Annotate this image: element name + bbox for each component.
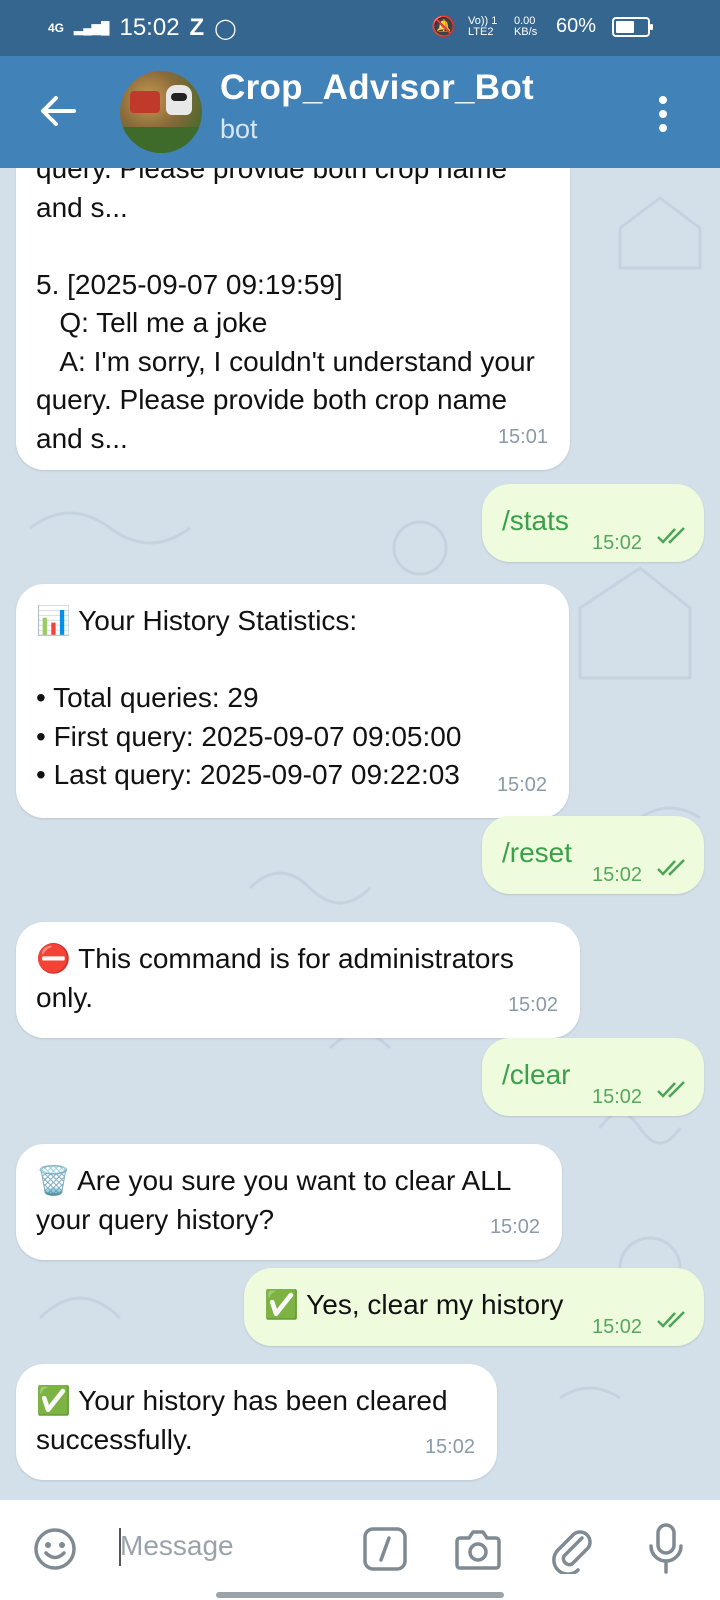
notification-z: Z: [189, 14, 205, 41]
message-time: 15:02: [592, 864, 643, 886]
message-input[interactable]: Message: [120, 1530, 234, 1562]
back-arrow-icon[interactable]: [34, 86, 84, 136]
battery-icon: [612, 16, 653, 37]
whatsapp-icon: ◯: [214, 17, 237, 40]
message-bubble-outgoing[interactable]: /stats 15:02: [482, 484, 704, 562]
read-receipt-icon: [657, 859, 685, 876]
message-text: ⛔ This command is for administrators onl…: [36, 943, 522, 1013]
status-bar: 4G ▂▄▆█ 15:02 Z ◯ 🔕 Vo)) 1 LTE2 0.00 KB/…: [0, 0, 720, 56]
message-time: 15:02: [507, 993, 558, 1016]
microphone-icon[interactable]: [646, 1522, 686, 1576]
message-text: ✅ Yes, clear my history: [264, 1289, 564, 1320]
message-text: 🗑️ Are you sure you want to clear ALL yo…: [36, 1165, 519, 1235]
chat-subtitle: bot: [220, 114, 258, 144]
message-bubble-outgoing[interactable]: ✅ Yes, clear my history 15:02: [244, 1268, 704, 1346]
message-bubble-incoming[interactable]: ✅ Your history has been cleared successf…: [16, 1364, 497, 1480]
message-time: 15:02: [496, 773, 547, 796]
chat-header: Crop_Advisor_Bot bot: [0, 56, 720, 168]
signal-icon: ▂▄▆█: [74, 21, 110, 35]
volte-indicator: Vo)) 1 LTE2: [467, 14, 498, 38]
message-text: 📊 Your History Statistics: • Total queri…: [36, 605, 462, 790]
message-text: query. Please provide both crop name and…: [36, 168, 535, 454]
message-time: 15:02: [592, 1086, 643, 1108]
chat-title[interactable]: Crop_Advisor_Bot: [220, 68, 534, 108]
more-menu-icon[interactable]: [656, 94, 670, 134]
bot-commands-icon[interactable]: [362, 1526, 408, 1572]
message-time: 15:02: [489, 1215, 540, 1238]
attach-icon[interactable]: [550, 1524, 594, 1574]
home-indicator[interactable]: [216, 1592, 504, 1598]
emoji-icon[interactable]: [32, 1526, 78, 1572]
bot-avatar[interactable]: [120, 71, 202, 153]
message-time: 15:02: [592, 1316, 643, 1338]
read-receipt-icon: [657, 527, 685, 544]
message-bubble-incoming[interactable]: ⛔ This command is for administrators onl…: [16, 922, 580, 1038]
network-speed: 0.00 KB/s: [513, 14, 538, 38]
status-time: 15:02: [119, 14, 180, 41]
battery-percent: 60%: [555, 15, 596, 37]
camera-icon[interactable]: [454, 1526, 502, 1572]
message-bubble-incoming[interactable]: 📊 Your History Statistics: • Total queri…: [16, 584, 569, 818]
message-list[interactable]: query. Please provide both crop name and…: [0, 168, 720, 1500]
message-time: 15:01: [497, 425, 548, 448]
network-type: 4G: [48, 21, 65, 35]
message-text: /reset: [502, 837, 573, 868]
message-bubble-outgoing[interactable]: /reset 15:02: [482, 816, 704, 894]
message-bubble-incoming[interactable]: query. Please provide both crop name and…: [16, 168, 570, 470]
message-bubble-incoming[interactable]: 🗑️ Are you sure you want to clear ALL yo…: [16, 1144, 562, 1260]
message-composer: Message: [0, 1500, 720, 1600]
message-text: /clear: [502, 1059, 571, 1090]
read-receipt-icon: [657, 1081, 685, 1098]
message-time: 15:02: [592, 532, 643, 554]
message-text: /stats: [502, 505, 569, 536]
read-receipt-icon: [657, 1311, 685, 1328]
message-bubble-outgoing[interactable]: /clear 15:02: [482, 1038, 704, 1116]
message-text: ✅ Your history has been cleared successf…: [36, 1385, 456, 1455]
message-time: 15:02: [424, 1435, 475, 1458]
mute-icon: 🔕: [431, 16, 456, 38]
